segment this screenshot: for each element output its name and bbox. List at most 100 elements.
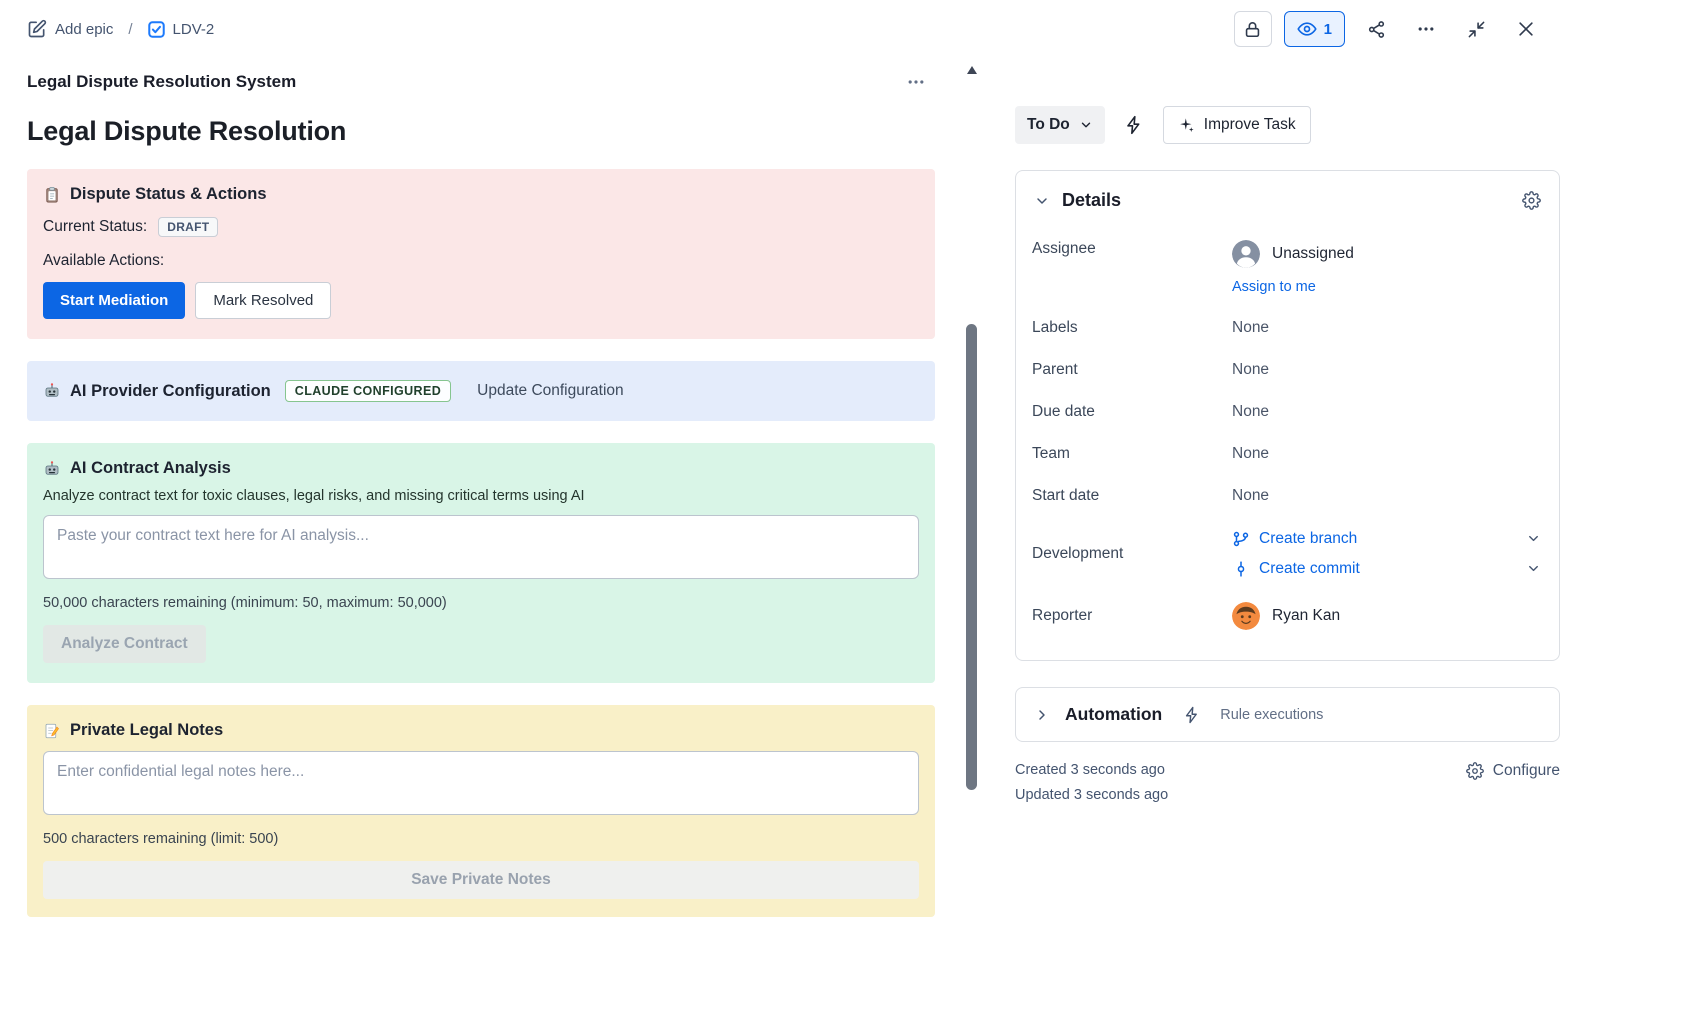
reporter-label: Reporter <box>1032 607 1093 624</box>
scrollbar-up-arrow[interactable] <box>965 62 978 78</box>
team-label: Team <box>1032 445 1070 462</box>
automation-expand-chevron-icon[interactable] <box>1032 705 1052 725</box>
rule-executions-label: Rule executions <box>1220 706 1324 723</box>
updated-timestamp: Updated 3 seconds ago <box>1015 787 1169 803</box>
start-date-field: Start date None <box>1032 475 1543 517</box>
share-button[interactable] <box>1357 11 1395 47</box>
clipboard-icon <box>43 186 61 204</box>
mark-resolved-button[interactable]: Mark Resolved <box>195 282 332 319</box>
team-value[interactable]: None <box>1232 445 1269 463</box>
labels-field: Labels None <box>1032 307 1543 349</box>
due-date-field: Due date None <box>1032 391 1543 433</box>
assignee-value[interactable]: Unassigned <box>1232 240 1543 268</box>
created-timestamp: Created 3 seconds ago <box>1015 762 1165 778</box>
add-epic-button[interactable]: Add epic <box>27 19 113 39</box>
development-label: Development <box>1032 544 1124 562</box>
due-date-value[interactable]: None <box>1232 403 1269 421</box>
chevron-down-icon <box>1079 118 1093 132</box>
more-options-icon <box>1416 19 1436 39</box>
close-button[interactable] <box>1507 11 1545 47</box>
start-mediation-button[interactable]: Start Mediation <box>43 282 186 319</box>
share-icon <box>1367 20 1386 39</box>
assign-to-me-link[interactable]: Assign to me <box>1232 279 1543 295</box>
automation-title: Automation <box>1065 704 1163 724</box>
update-configuration-link[interactable]: Update Configuration <box>477 382 624 400</box>
parent-label: Parent <box>1032 361 1078 378</box>
lock-button[interactable] <box>1233 11 1272 47</box>
assignee-field: Assignee Unassigned Assign to me <box>1032 228 1543 307</box>
assignee-name: Unassigned <box>1272 245 1354 262</box>
page-title: Legal Dispute Resolution <box>27 116 347 146</box>
legal-notes-input[interactable] <box>43 751 919 815</box>
notes-panel-title: Private Legal Notes <box>70 721 224 739</box>
due-date-label: Due date <box>1032 403 1095 420</box>
breadcrumb-separator: / <box>128 20 133 38</box>
private-notes-panel: Private Legal Notes 500 characters remai… <box>27 705 935 917</box>
configure-button[interactable]: Configure <box>1465 762 1560 780</box>
start-date-value[interactable]: None <box>1232 487 1269 505</box>
more-options-icon <box>906 72 926 92</box>
labels-value[interactable]: None <box>1232 319 1269 337</box>
robot-icon <box>43 382 61 400</box>
contract-text-input[interactable] <box>43 515 919 579</box>
issue-sidebar: To Do Improve Task Details Assignee Unas… <box>985 58 1560 1026</box>
top-header: Add epic / LDV-2 1 <box>0 0 1693 58</box>
details-collapse-chevron-icon[interactable] <box>1032 191 1052 211</box>
status-dropdown-button[interactable]: To Do <box>1015 106 1105 144</box>
improve-task-button[interactable]: Improve Task <box>1162 106 1311 144</box>
close-icon <box>1516 19 1536 39</box>
collapse-button[interactable] <box>1457 11 1495 47</box>
save-private-notes-label: Save Private Notes <box>411 871 551 888</box>
issue-content-pane: Legal Dispute Resolution System Legal Di… <box>0 58 985 1026</box>
window-actions: 1 <box>1233 11 1545 47</box>
parent-value[interactable]: None <box>1232 361 1269 379</box>
mark-resolved-label: Mark Resolved <box>213 292 314 309</box>
reporter-avatar <box>1232 602 1260 630</box>
ai-provider-panel: AI Provider Configuration CLAUDE CONFIGU… <box>27 361 935 421</box>
analyze-contract-button[interactable]: Analyze Contract <box>43 625 206 663</box>
claude-configured-badge: CLAUDE CONFIGURED <box>284 380 452 402</box>
task-type-icon <box>147 20 165 38</box>
analysis-description: Analyze contract text for toxic clauses,… <box>43 488 585 504</box>
status-label: To Do <box>1027 116 1070 133</box>
reporter-field: Reporter Ryan Kan <box>1032 590 1543 642</box>
create-branch-dropdown-chevron-icon[interactable] <box>1524 529 1543 548</box>
branch-icon <box>1232 530 1250 548</box>
create-commit-dropdown-chevron-icon[interactable] <box>1524 559 1543 578</box>
configure-label: Configure <box>1492 762 1560 779</box>
assignee-label: Assignee <box>1032 240 1096 257</box>
scrollbar-thumb[interactable] <box>966 324 977 790</box>
quick-automation-button[interactable] <box>1118 109 1150 141</box>
issue-key-link[interactable]: LDV-2 <box>147 20 215 38</box>
start-date-label: Start date <box>1032 487 1100 504</box>
gear-icon <box>1522 191 1541 210</box>
watch-button[interactable]: 1 <box>1283 11 1345 47</box>
watch-eye-icon <box>1297 19 1317 39</box>
reporter-value[interactable]: Ryan Kan <box>1232 602 1340 630</box>
available-actions-label: Available Actions: <box>43 252 165 269</box>
status-badge: DRAFT <box>158 217 219 237</box>
sparkle-icon <box>1178 117 1195 134</box>
lightning-icon <box>1124 115 1144 135</box>
create-branch-link[interactable]: Create branch <box>1259 530 1357 548</box>
gear-icon <box>1465 762 1484 780</box>
dispute-status-panel: Dispute Status & Actions Current Status:… <box>27 169 935 339</box>
save-private-notes-button[interactable]: Save Private Notes <box>43 861 919 899</box>
development-field: Development Create branch Create commit <box>1032 517 1543 590</box>
unassigned-avatar-icon <box>1232 240 1260 268</box>
team-field: Team None <box>1032 433 1543 475</box>
breadcrumb: Add epic / LDV-2 <box>27 19 214 39</box>
details-settings-button[interactable] <box>1520 189 1543 212</box>
issue-key-label: LDV-2 <box>172 20 215 38</box>
notes-char-info: 500 characters remaining (limit: 500) <box>43 831 279 847</box>
more-options-button[interactable] <box>1407 11 1445 47</box>
create-commit-link[interactable]: Create commit <box>1259 560 1360 578</box>
commit-icon <box>1232 560 1250 578</box>
analyze-contract-label: Analyze Contract <box>61 635 188 652</box>
content-more-options-button[interactable] <box>897 64 935 100</box>
lock-icon <box>1243 20 1262 39</box>
automation-card[interactable]: Automation Rule executions <box>1015 687 1560 742</box>
edit-icon <box>27 19 47 39</box>
scrollbar-track[interactable] <box>965 62 978 1026</box>
parent-field: Parent None <box>1032 349 1543 391</box>
